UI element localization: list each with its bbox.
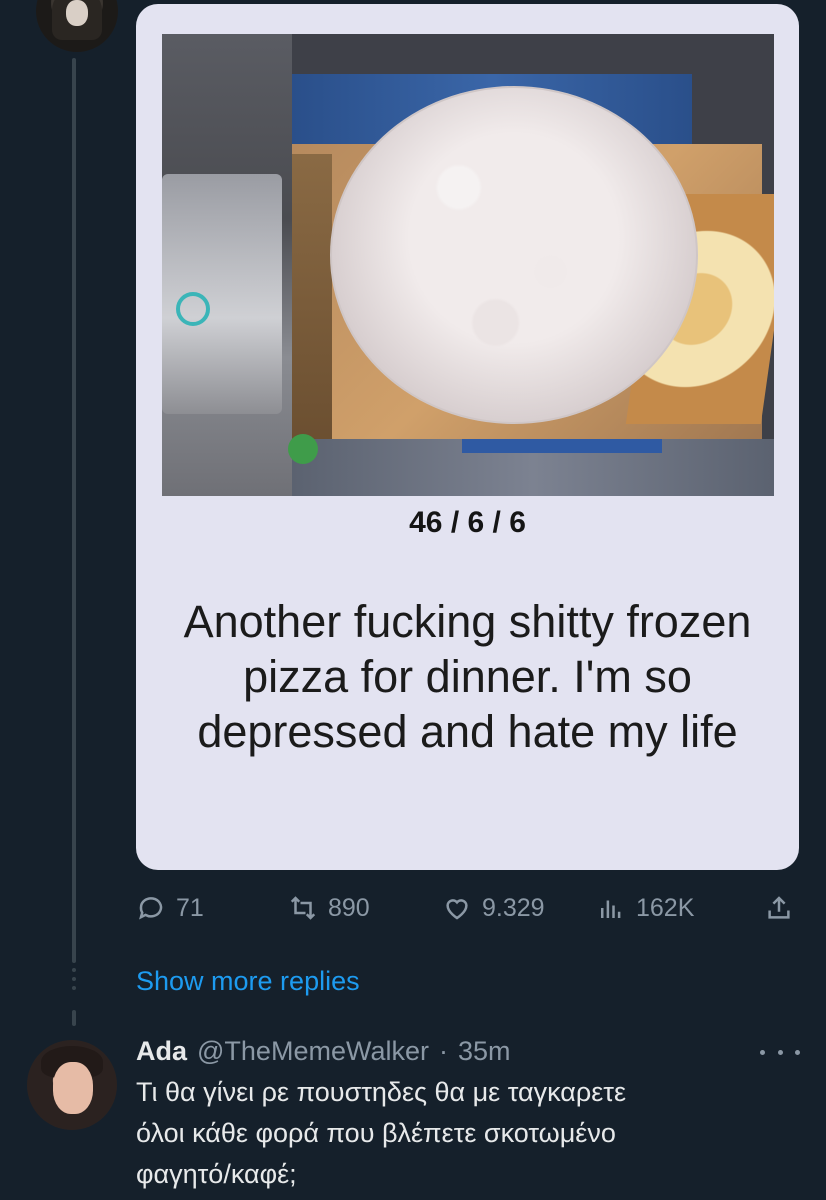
photo-blue-bar bbox=[462, 439, 662, 453]
reply-text: Τι θα γίνει ρε πουστηδες θα με ταγκαρετε… bbox=[136, 1077, 626, 1189]
reply-author-handle[interactable]: @TheMemeWalker bbox=[197, 1036, 429, 1067]
card-date: 46 / 6 / 6 bbox=[409, 506, 526, 539]
reply-header: Ada @TheMemeWalker · 35m bbox=[136, 1036, 511, 1067]
views-icon bbox=[601, 900, 621, 918]
thread-line-short bbox=[72, 1010, 76, 1026]
like-button[interactable]: 9.329 bbox=[442, 888, 545, 928]
photo-device-ring bbox=[176, 292, 210, 326]
retweet-icon bbox=[290, 896, 316, 920]
thread-line bbox=[72, 58, 76, 963]
thread-dot bbox=[72, 977, 76, 981]
thread-dot bbox=[72, 968, 76, 972]
avatar-face bbox=[66, 0, 88, 26]
more-icon[interactable] bbox=[760, 1042, 800, 1062]
reply-avatar-face bbox=[53, 1062, 93, 1114]
share-icon bbox=[768, 896, 790, 919]
reply-separator: · bbox=[438, 1036, 448, 1066]
reply-author-name[interactable]: Ada bbox=[136, 1036, 187, 1067]
photo-device bbox=[162, 174, 282, 414]
reply-timestamp[interactable]: 35m bbox=[458, 1036, 511, 1067]
more-dot bbox=[760, 1049, 765, 1055]
photo-frozen-pizza bbox=[330, 86, 698, 424]
share-button[interactable] bbox=[764, 888, 794, 928]
reply-count: 71 bbox=[176, 893, 204, 922]
retweet-button[interactable]: 890 bbox=[288, 888, 370, 928]
parent-avatar[interactable] bbox=[36, 0, 118, 52]
retweet-count: 890 bbox=[328, 893, 370, 922]
thread-dots bbox=[71, 968, 77, 1006]
more-dot bbox=[795, 1049, 800, 1055]
like-icon bbox=[446, 899, 468, 920]
photo-box-side bbox=[292, 154, 332, 454]
like-count: 9.329 bbox=[482, 893, 545, 922]
tweet-thread: 46 / 6 / 6 Another fucking shitty frozen… bbox=[0, 0, 826, 1200]
views-button[interactable]: 162K bbox=[596, 888, 694, 928]
reply-icon bbox=[139, 897, 163, 920]
photo-green-dot bbox=[288, 434, 318, 464]
card-caption: Another fucking shitty frozen pizza for … bbox=[183, 596, 752, 757]
thread-dot bbox=[72, 986, 76, 990]
show-more-replies-link[interactable]: Show more replies bbox=[136, 966, 360, 997]
views-count: 162K bbox=[636, 893, 695, 922]
pizza-photo bbox=[162, 34, 774, 496]
more-dot bbox=[777, 1049, 783, 1055]
reply-button[interactable]: 71 bbox=[136, 888, 204, 928]
tweet-media[interactable]: 46 / 6 / 6 Another fucking shitty frozen… bbox=[136, 4, 799, 870]
action-bar: 71 890 9.329 162K bbox=[136, 888, 796, 928]
reply-avatar[interactable] bbox=[27, 1040, 117, 1130]
